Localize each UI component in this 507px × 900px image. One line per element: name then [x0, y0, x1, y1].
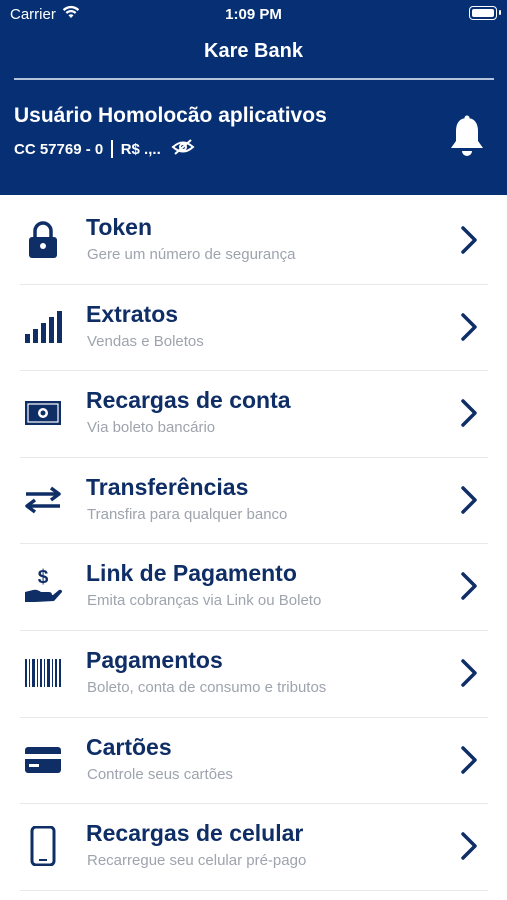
status-bar: Carrier 1:09 PM [0, 0, 507, 28]
account-summary: CC 57769 - 0 R$ .,.. [14, 138, 195, 160]
chevron-right-icon [460, 485, 478, 520]
menu-item-label: Token [86, 214, 153, 240]
menu-item-pagamentos[interactable]: Pagamentos Boleto, conta de consumo e tr… [20, 631, 488, 718]
mobile-phone-icon [20, 826, 66, 867]
svg-text:$: $ [38, 567, 49, 588]
chevron-right-icon [460, 312, 478, 347]
menu-item-label: Cartões [86, 733, 172, 760]
menu-item-label: Pagamentos [86, 646, 223, 673]
chevron-right-icon [460, 398, 478, 433]
hand-money-icon: $ [20, 566, 66, 606]
chevron-right-icon [460, 571, 478, 606]
menu-item-subtitle: Vendas e Boletos [87, 332, 204, 350]
chevron-right-icon [460, 831, 478, 866]
menu-item-subtitle: Via boleto bancário [87, 419, 216, 437]
status-time: 1:09 PM [225, 6, 282, 23]
menu-item-subtitle: Controle seus cartões [87, 765, 233, 783]
menu-item-subtitle: Recarregue seu celular pré-pago [87, 852, 307, 870]
barcode-icon [20, 653, 66, 693]
header-divider [14, 78, 494, 80]
menu-item-subtitle: Gere um número de segurança [87, 246, 296, 263]
menu-item-subtitle: Transfira para qualquer banco [87, 505, 288, 523]
menu-item-label: Extratos [86, 300, 179, 327]
menu-item-transferencias[interactable]: Transferências Transfira para qualquer b… [20, 458, 488, 545]
chevron-right-icon [460, 225, 478, 260]
menu-item-label: Transferências [86, 473, 249, 500]
battery-icon [469, 6, 501, 20]
menu-item-subtitle: Boleto, conta de consumo e tributos [87, 678, 327, 696]
credit-card-icon [20, 740, 66, 780]
lock-icon [20, 220, 66, 260]
menu-item-extratos[interactable]: Extratos Vendas e Boletos [20, 285, 488, 372]
menu-item-subtitle: Emita cobranças via Link ou Boleto [87, 592, 322, 610]
menu-item-label: Recargas de conta [86, 387, 291, 414]
menu-item-token[interactable]: Token Gere um número de segurança [20, 198, 488, 285]
menu-list: Token Gere um número de segurança Extrat… [0, 198, 507, 891]
banknote-icon [20, 393, 66, 433]
menu-item-cartoes[interactable]: Cartões Controle seus cartões [20, 718, 488, 805]
chevron-right-icon [460, 658, 478, 693]
signal-bars-icon [20, 307, 66, 347]
menu-item-recargas-conta[interactable]: Recargas de conta Via boleto bancário [20, 371, 488, 458]
account-number: CC 57769 - 0 [14, 140, 104, 158]
menu-item-label: Recargas de celular [86, 820, 304, 847]
chevron-right-icon [460, 745, 478, 780]
eye-slash-icon[interactable] [171, 138, 195, 160]
app-title: Kare Bank [204, 40, 303, 62]
menu-item-recargas-celular[interactable]: Recargas de celular Recarregue seu celul… [20, 804, 488, 891]
user-name: Usuário Homolocão aplicativos [14, 104, 327, 127]
menu-item-link-pagamento[interactable]: $ Link de Pagamento Emita cobranças via … [20, 544, 488, 631]
header: Carrier 1:09 PM Kare Bank Usuário Homolo… [0, 0, 507, 195]
balance-value: R$ .,.. [120, 140, 161, 158]
bell-icon[interactable] [448, 115, 486, 164]
separator [111, 140, 113, 158]
menu-item-label: Link de Pagamento [86, 560, 297, 587]
transfer-arrows-icon [20, 480, 66, 520]
